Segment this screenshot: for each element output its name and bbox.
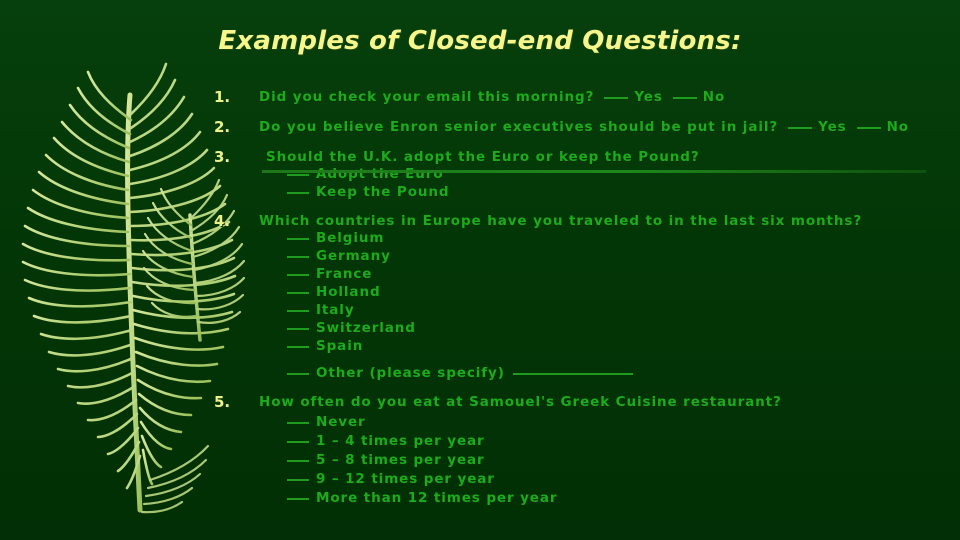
option-label: Holland (316, 284, 381, 300)
answer-blank[interactable] (287, 274, 309, 276)
option-label: Spain (316, 338, 364, 354)
option-row[interactable]: 1 – 4 times per year (287, 433, 485, 449)
answer-blank[interactable] (287, 328, 309, 330)
question-text: How often do you eat at Samouel's Greek … (259, 394, 782, 410)
question-number: 3. (214, 148, 231, 166)
option-row[interactable]: Keep the Pound (287, 184, 449, 200)
answer-blank[interactable] (287, 498, 309, 500)
question-number: 5. (214, 393, 231, 411)
option-row[interactable]: Holland (287, 284, 381, 300)
option-label: Germany (316, 248, 391, 264)
answer-blank[interactable] (287, 441, 309, 443)
inline-option-label: Yes (818, 119, 847, 135)
option-label: Switzerland (316, 320, 416, 336)
option-row[interactable]: Italy (287, 302, 355, 318)
horizontal-divider (262, 170, 926, 173)
answer-blank[interactable] (287, 460, 309, 462)
option-row[interactable]: 5 – 8 times per year (287, 452, 485, 468)
answer-blank[interactable] (287, 292, 309, 294)
question-row: 2. Do you believe Enron senior executive… (0, 118, 960, 138)
question-label: Did you check your email this morning? (259, 89, 595, 105)
answer-blank[interactable] (287, 238, 309, 240)
option-label: Adopt the Euro (316, 166, 444, 182)
answer-blank[interactable] (287, 192, 309, 194)
option-label: 1 – 4 times per year (316, 433, 485, 449)
question-number: 4. (214, 212, 231, 230)
question-text: Which countries in Europe have you trave… (259, 213, 863, 229)
answer-blank[interactable] (287, 373, 309, 375)
slide-content: Examples of Closed-end Questions: 1. Did… (0, 0, 960, 540)
option-label: More than 12 times per year (316, 490, 558, 506)
option-row[interactable]: Germany (287, 248, 391, 264)
page-title: Examples of Closed-end Questions: (218, 26, 742, 56)
question-text: Should the U.K. adopt the Euro or keep t… (266, 149, 700, 165)
option-label: Never (316, 414, 366, 430)
option-row[interactable]: France (287, 266, 372, 282)
question-text: Do you believe Enron senior executives s… (259, 119, 909, 135)
answer-blank[interactable] (788, 127, 813, 129)
option-label: France (316, 266, 373, 282)
option-row[interactable]: Belgium (287, 230, 384, 246)
answer-blank[interactable] (287, 174, 309, 176)
option-label: 5 – 8 times per year (316, 452, 485, 468)
inline-option-label: No (886, 119, 909, 135)
question-label: Do you believe Enron senior executives s… (259, 119, 779, 135)
answer-blank[interactable] (604, 97, 629, 99)
question-text: Did you check your email this morning? Ye… (259, 89, 725, 105)
question-row: 3. Should the U.K. adopt the Euro or kee… (0, 148, 960, 168)
option-row[interactable]: Spain (287, 338, 363, 354)
question-number: 2. (214, 118, 231, 136)
question-number: 1. (214, 88, 231, 106)
option-row-other[interactable]: Other (please specify) (287, 365, 633, 381)
option-row[interactable]: Switzerland (287, 320, 416, 336)
option-label: Keep the Pound (316, 184, 450, 200)
option-row[interactable]: Adopt the Euro (287, 166, 444, 182)
question-row: 4. Which countries in Europe have you tr… (0, 212, 960, 232)
answer-blank[interactable] (287, 310, 309, 312)
option-label: 9 – 12 times per year (316, 471, 495, 487)
option-row[interactable]: Never (287, 414, 366, 430)
option-row[interactable]: More than 12 times per year (287, 490, 557, 506)
answer-blank[interactable] (287, 479, 309, 481)
answer-blank[interactable] (287, 346, 309, 348)
option-label: Other (please specify) (316, 365, 505, 381)
option-row[interactable]: 9 – 12 times per year (287, 471, 495, 487)
question-row: 1. Did you check your email this morning… (0, 88, 960, 108)
specify-write-in-blank[interactable] (512, 373, 633, 375)
answer-blank[interactable] (287, 256, 309, 258)
answer-blank[interactable] (287, 422, 309, 424)
answer-blank[interactable] (856, 127, 881, 129)
inline-option-label: No (702, 89, 726, 105)
question-row: 5. How often do you eat at Samouel's Gre… (0, 393, 960, 413)
option-label: Belgium (316, 230, 385, 246)
option-label: Italy (316, 302, 355, 318)
answer-blank[interactable] (672, 97, 697, 99)
slide-canvas: Examples of Closed-end Questions: 1. Did… (0, 0, 960, 540)
inline-option-label: Yes (634, 89, 663, 105)
